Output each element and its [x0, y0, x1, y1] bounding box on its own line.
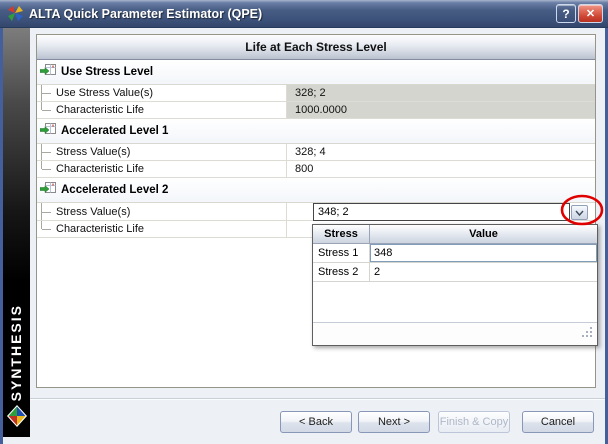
popup-col-value: Value	[370, 225, 597, 243]
enter-values-icon: a	[40, 123, 56, 139]
tree-connector	[41, 203, 54, 220]
app-pinwheel-icon	[7, 5, 24, 22]
window-title: ALTA Quick Parameter Estimator (QPE)	[29, 7, 554, 21]
next-button[interactable]: Next >	[358, 411, 430, 433]
popup-stress2-label: Stress 2	[313, 263, 370, 281]
section-accelerated-level-2[interactable]: a Accelerated Level 2	[37, 178, 595, 203]
wizard-button-bar: < Back Next > Finish & Copy Cancel	[30, 398, 605, 437]
section-title: Accelerated Level 2	[61, 184, 168, 196]
use-characteristic-life-cell[interactable]: 1000.0000	[287, 102, 595, 118]
tree-connector	[41, 85, 54, 101]
finish-copy-button: Finish & Copy	[438, 411, 510, 433]
grid-title: Life at Each Stress Level	[37, 35, 595, 60]
close-icon: ✕	[586, 7, 595, 20]
table-row: Characteristic Life 1000.0000	[37, 102, 595, 119]
titlebar[interactable]: ALTA Quick Parameter Estimator (QPE) ? ✕	[0, 0, 608, 28]
level1-characteristic-life-cell[interactable]: 800	[287, 161, 595, 177]
synthesis-logo-icon	[7, 405, 27, 432]
use-stress-values-cell[interactable]: 328; 2	[287, 85, 595, 101]
synthesis-sidebar: SYNTHESIS	[3, 28, 30, 437]
dialog-content: Life at Each Stress Level a Use Stress L…	[30, 28, 605, 437]
tree-connector	[41, 221, 54, 237]
table-row-editing: Stress Value(s)	[37, 203, 595, 221]
section-title: Accelerated Level 1	[61, 125, 168, 137]
enter-values-icon: a	[40, 64, 56, 80]
resize-grip-icon[interactable]	[580, 325, 594, 342]
tree-connector	[41, 161, 54, 177]
window-border-bottom	[0, 437, 608, 444]
popup-stress1-label: Stress 1	[313, 244, 370, 262]
popup-header-row: Stress Value	[313, 225, 597, 244]
chevron-down-icon	[574, 209, 585, 217]
popup-row: Stress 2 2	[313, 263, 597, 282]
table-row: Stress Value(s) 328; 4	[37, 144, 595, 161]
popup-footer	[313, 322, 597, 345]
popup-col-stress: Stress	[313, 225, 370, 243]
tree-connector	[41, 102, 54, 118]
popup-stress2-value-cell[interactable]: 2	[370, 263, 597, 281]
help-button[interactable]: ?	[556, 4, 576, 23]
row-label: Characteristic Life	[56, 223, 144, 235]
synthesis-brand-text: SYNTHESIS	[8, 304, 24, 401]
tree-connector	[41, 144, 54, 160]
row-label: Use Stress Value(s)	[56, 87, 153, 99]
cancel-button[interactable]: Cancel	[522, 411, 594, 433]
section-accelerated-level-1[interactable]: a Accelerated Level 1	[37, 119, 595, 144]
stress-value-popup: Stress Value Stress 1 348 Stress 2 2	[312, 224, 598, 346]
stress-values-dropdown-button[interactable]	[571, 205, 588, 220]
row-label: Stress Value(s)	[56, 146, 130, 158]
qpe-dialog-window: ALTA Quick Parameter Estimator (QPE) ? ✕…	[0, 0, 608, 444]
table-row: Characteristic Life 800	[37, 161, 595, 178]
popup-row: Stress 1 348	[313, 244, 597, 263]
help-icon: ?	[562, 7, 569, 21]
popup-stress1-value-cell[interactable]: 348	[370, 244, 597, 262]
enter-values-icon: a	[40, 182, 56, 198]
section-title: Use Stress Level	[61, 66, 153, 78]
table-row: Use Stress Value(s) 328; 2	[37, 85, 595, 102]
row-label: Characteristic Life	[56, 104, 144, 116]
close-button[interactable]: ✕	[578, 4, 603, 23]
stress-values-editor-input[interactable]	[313, 203, 570, 221]
section-use-stress-level[interactable]: a Use Stress Level	[37, 60, 595, 85]
back-button[interactable]: < Back	[280, 411, 352, 433]
row-label: Stress Value(s)	[56, 206, 130, 218]
row-label: Characteristic Life	[56, 163, 144, 175]
popup-empty-area	[313, 282, 597, 322]
level1-stress-values-cell[interactable]: 328; 4	[287, 144, 595, 160]
